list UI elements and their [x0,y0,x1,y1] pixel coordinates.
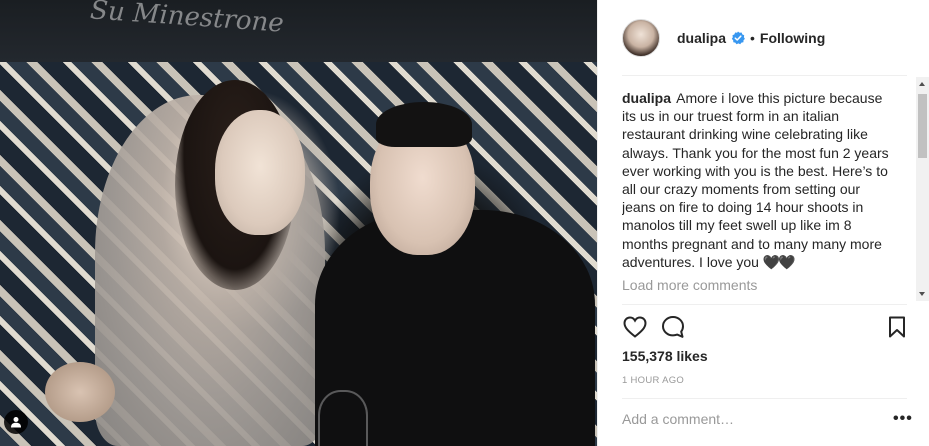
post-photo[interactable]: Su Minestrone [0,0,597,446]
caption-username[interactable]: dualipa [622,90,671,106]
comments-scrollbar[interactable] [916,77,929,301]
person-tag-icon[interactable] [4,410,28,434]
header-divider [622,75,907,76]
caption-emoji: 🖤🖤 [762,253,796,270]
following-button[interactable]: Following [760,30,825,46]
username-link[interactable]: dualipa [677,30,726,46]
actions-divider [622,304,907,305]
caption-text: Amore i love this picture because its us… [622,90,889,270]
post-sidebar: dualipa • Following dualipa Amore i love… [597,0,929,446]
bookmark-icon[interactable] [884,314,910,340]
photo-wine-glass [318,390,368,446]
header-separator: • [750,29,755,46]
post-timestamp[interactable]: 1 HOUR AGO [622,375,684,386]
comment-divider [622,398,907,399]
verified-badge-icon [731,31,745,45]
scroll-down-icon[interactable] [919,292,925,296]
photo-hair-right [376,102,472,147]
avatar[interactable] [622,18,660,57]
comment-input[interactable]: Add a comment… [622,411,822,427]
heart-icon[interactable] [622,314,648,340]
load-more-comments-button[interactable]: Load more comments [622,277,757,293]
likes-count[interactable]: 155,378 likes [622,348,708,364]
photo-arm [45,362,115,422]
photo-face-left [215,110,305,235]
action-bar [622,314,910,340]
scroll-thumb[interactable] [918,94,927,158]
speech-bubble-icon[interactable] [660,314,686,340]
person-tag-icon-svg [11,417,21,428]
more-options-icon[interactable]: ••• [893,410,913,428]
scroll-up-icon[interactable] [919,82,925,86]
post-header: dualipa • Following [598,0,929,75]
comments-area: dualipa Amore i love this picture becaus… [622,89,894,299]
caption: dualipa Amore i love this picture becaus… [622,89,894,271]
